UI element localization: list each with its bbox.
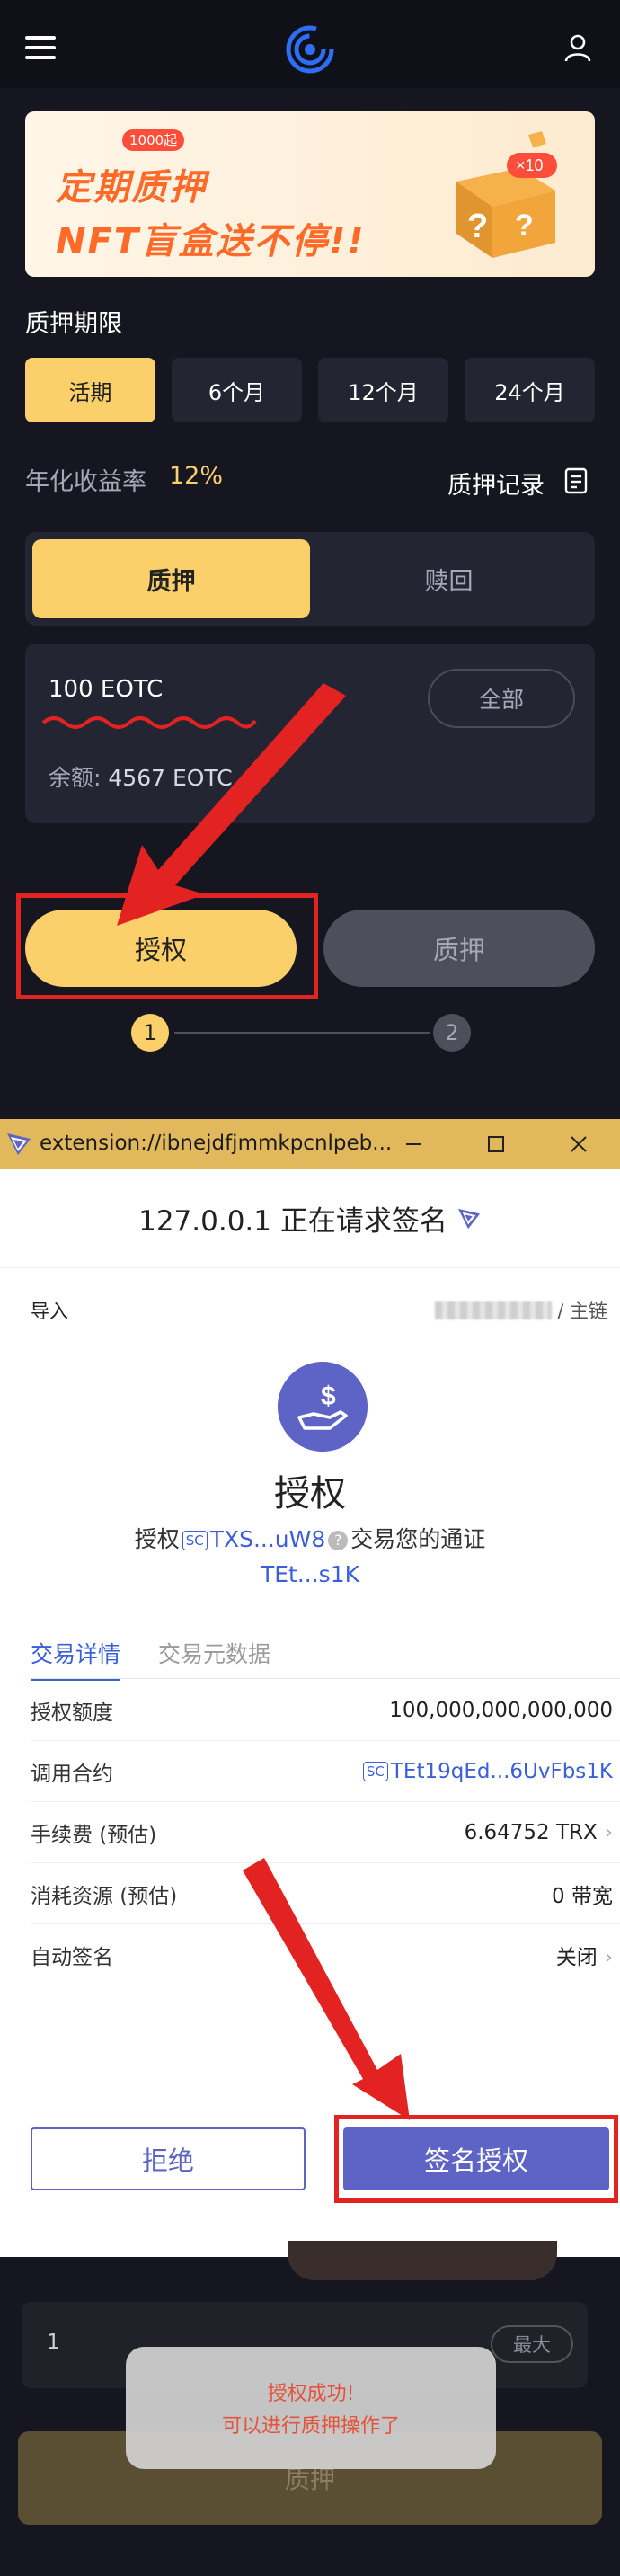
- row-label: 授权额度: [31, 1701, 113, 1725]
- desc-suffix: 交易您的通证: [350, 1526, 486, 1552]
- app-logo: [286, 25, 334, 74]
- row-value-wrap: 关闭 ›: [556, 1940, 613, 1970]
- row-value: 6.64752 TRX: [464, 1820, 598, 1844]
- all-amount-button[interactable]: 全部: [428, 669, 575, 728]
- background-amount-value: 1: [47, 2331, 60, 2354]
- smart-contract-badge: SC: [182, 1531, 208, 1550]
- tronlink-logo-icon: [457, 1208, 480, 1229]
- tabs-divider: [31, 1678, 620, 1679]
- promo-banner[interactable]: 1000起 定期质押 NFT盲盒送不停!! ? ? ×10: [25, 111, 595, 277]
- popup-title: 授权: [274, 1473, 346, 1515]
- banner-multiplier: ×10: [516, 156, 544, 174]
- row-label: 消耗资源 (预估): [31, 1884, 178, 1908]
- import-label: 导入: [31, 1301, 68, 1322]
- network-label: / 主链: [557, 1301, 607, 1322]
- signature-request-screen: extension://ibnejdfjmmkpcnlpeb... 127.0.…: [0, 1101, 620, 2576]
- step-connector: [174, 1032, 430, 1034]
- minimize-icon[interactable]: [394, 1130, 433, 1159]
- close-icon[interactable]: [559, 1130, 598, 1159]
- hamburger-menu-icon[interactable]: [25, 36, 56, 59]
- window-url: extension://ibnejdfjmmkpcnlpeb...: [40, 1132, 393, 1155]
- banner-headline: 定期质押: [56, 167, 207, 209]
- row-value: TEt19qEd...6UvFbs1K: [390, 1759, 613, 1783]
- period-option-flexible[interactable]: 活期: [25, 358, 155, 422]
- desc-prefix: 授权: [134, 1526, 180, 1552]
- chevron-right-icon: ›: [604, 1946, 613, 1969]
- token-address-link[interactable]: TEt...s1K: [0, 1561, 620, 1587]
- row-label: 调用合约: [31, 1762, 113, 1786]
- period-selector: 活期 6个月 12个月 24个月: [25, 358, 595, 422]
- row-value: 0 带宽: [552, 1884, 613, 1908]
- user-icon[interactable]: [562, 32, 593, 63]
- contract-link[interactable]: SC TEt19qEd...6UvFbs1K: [360, 1760, 613, 1783]
- step-indicator-1: 1: [131, 1014, 169, 1052]
- background-button-fragment: [288, 2241, 557, 2280]
- tab-stake[interactable]: 质押: [32, 539, 310, 618]
- tab-redeem[interactable]: 赎回: [310, 539, 588, 618]
- banner-badge: 1000起: [122, 129, 185, 151]
- svg-text:$: $: [321, 1381, 336, 1411]
- red-highlight-box: [334, 2115, 618, 2203]
- detail-row-auto-sign[interactable]: 自动签名 关闭 ›: [31, 1924, 620, 1985]
- tab-transaction-metadata[interactable]: 交易元数据: [158, 1637, 270, 1681]
- row-label: 自动签名: [31, 1946, 113, 1969]
- balance-value: 4567 EOTC: [108, 765, 233, 791]
- authorize-description: 授权 SC TXS...uW8? 交易您的通证: [0, 1522, 620, 1554]
- record-document-icon[interactable]: [564, 467, 588, 494]
- amount-input-card: 100 EOTC 全部 余额: 4567 EOTC: [25, 644, 595, 823]
- detail-row-approve-amount: 授权额度 100,000,000,000,000: [31, 1680, 620, 1741]
- extension-window-titlebar: extension://ibnejdfjmmkpcnlpeb...: [0, 1119, 620, 1169]
- tronlink-icon: [7, 1133, 31, 1155]
- period-option-6m[interactable]: 6个月: [172, 358, 302, 422]
- balance-text: 余额: 4567 EOTC: [49, 760, 233, 793]
- contract-address-link[interactable]: TXS...uW8: [210, 1526, 326, 1552]
- balance-label: 余额:: [49, 765, 102, 791]
- staking-app-screen: 1000起 定期质押 NFT盲盒送不停!! ? ? ×10 质押期限 活期 6个…: [0, 0, 620, 1101]
- success-toast: 授权成功! 可以进行质押操作了: [126, 2347, 496, 2469]
- top-bar: [0, 0, 620, 88]
- stake-button[interactable]: 质押: [323, 910, 595, 987]
- toast-line-1: 授权成功!: [267, 2383, 355, 2405]
- row-value: 关闭: [555, 1946, 598, 1969]
- blurred-account: [435, 1301, 553, 1319]
- period-title: 质押期限: [25, 310, 122, 338]
- help-icon[interactable]: ?: [328, 1531, 349, 1550]
- svg-text:?: ?: [515, 209, 534, 243]
- row-label: 手续费 (预估): [31, 1823, 157, 1847]
- tab-transaction-details[interactable]: 交易详情: [31, 1637, 121, 1681]
- popup-header: 127.0.0.1 正在请求签名: [0, 1169, 620, 1268]
- red-highlight-box: [16, 893, 318, 999]
- step-indicator-2: 2: [433, 1014, 471, 1052]
- stake-redeem-tabs: 质押 赎回: [25, 532, 595, 626]
- toast-line-2: 可以进行质押操作了: [221, 2415, 400, 2438]
- smart-contract-badge: SC: [362, 1762, 388, 1781]
- red-squiggle-annotation: [41, 716, 257, 729]
- row-value-wrap: 6.64752 TRX ›: [465, 1821, 613, 1844]
- period-option-12m[interactable]: 12个月: [318, 358, 448, 422]
- mystery-box-illustration: ? ? ×10: [456, 131, 557, 258]
- detail-tabs: 交易详情 交易元数据: [31, 1637, 270, 1681]
- request-title: 127.0.0.1 正在请求签名: [138, 1205, 447, 1238]
- tronlink-sign-popup: 127.0.0.1 正在请求签名 导入 / 主链 $ 授权 授权 SC TXS...…: [0, 1169, 620, 2257]
- maximize-icon[interactable]: [476, 1130, 516, 1159]
- banner-subline: NFT盲盒送不停!!: [56, 221, 366, 262]
- period-option-24m[interactable]: 24个月: [465, 358, 595, 422]
- chevron-right-icon: ›: [604, 1820, 613, 1844]
- max-button[interactable]: 最大: [491, 2325, 573, 2363]
- stake-record-link[interactable]: 质押记录: [447, 466, 545, 501]
- detail-row-contract: 调用合约 SC TEt19qEd...6UvFbs1K: [31, 1741, 620, 1802]
- apy-label: 年化收益率: [25, 468, 146, 496]
- amount-input[interactable]: 100 EOTC: [49, 676, 163, 703]
- detail-row-resource: 消耗资源 (预估) 0 带宽: [31, 1863, 620, 1924]
- row-value: 100,000,000,000,000: [389, 1698, 613, 1722]
- svg-text:?: ?: [467, 208, 488, 245]
- detail-row-fee[interactable]: 手续费 (预估) 6.64752 TRX ›: [31, 1802, 620, 1863]
- network-info: / 主链: [435, 1297, 607, 1324]
- authorize-hand-coin-icon: $: [278, 1362, 368, 1452]
- apy-value: 12%: [169, 462, 224, 490]
- reject-button[interactable]: 拒绝: [31, 2127, 306, 2190]
